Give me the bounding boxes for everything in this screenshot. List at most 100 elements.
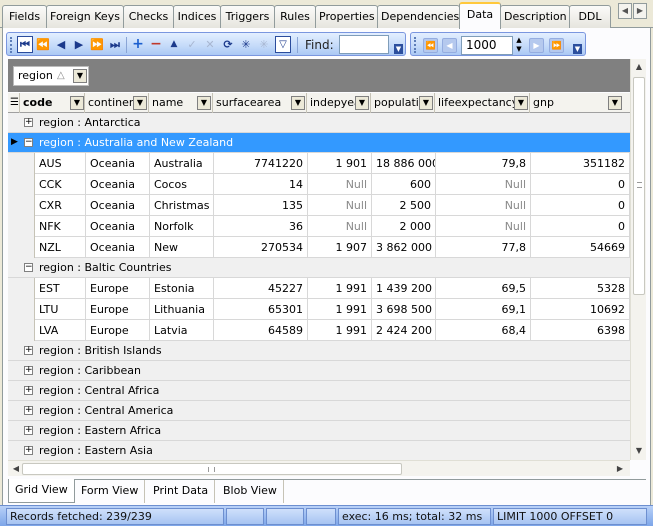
cell-code[interactable]: LVA [35,320,86,341]
table-row[interactable]: NFK Oceania Norfolk 36 Null 2 000 Null 0 [8,216,630,237]
vertical-scroll-thumb[interactable] [633,77,645,295]
expand-plus-icon[interactable]: + [24,406,33,415]
expand-plus-icon[interactable]: + [24,386,33,395]
cell-indepyear[interactable]: 1 901 [308,153,372,174]
refresh-icon[interactable]: ⟳ [220,36,236,53]
cell-code[interactable]: NZL [35,237,86,258]
table-row[interactable]: EST Europe Estonia 45227 1 991 1 439 200… [8,278,630,299]
cell-surfacearea[interactable]: 65301 [214,299,308,320]
table-row[interactable]: CCK Oceania Cocos 14 Null 600 Null 0 [8,174,630,195]
chevron-down-icon[interactable]: ▼ [514,96,528,110]
group-row[interactable]: + region : Central America [8,401,630,421]
cell-name[interactable]: Estonia [150,278,214,299]
column-surfacearea[interactable]: surfacearea ▼ [213,93,307,113]
cell-lifeexpectancy[interactable]: 77,8 [436,237,531,258]
cell-population[interactable]: 3 862 000 [372,237,436,258]
tab-data[interactable]: Data [459,2,501,29]
group-row[interactable]: + region : Eastern Africa [8,421,630,441]
cell-surfacearea[interactable]: 36 [214,216,308,237]
tab-grid-view[interactable]: Grid View [8,479,75,503]
scroll-up-icon[interactable]: ▲ [631,59,647,75]
cell-code[interactable]: CCK [35,174,86,195]
cell-surfacearea[interactable]: 270534 [214,237,308,258]
filter-icon[interactable]: ▽ [275,36,291,53]
group-row[interactable]: − region : Baltic Countries [8,258,630,278]
chevron-down-icon[interactable]: ▼ [291,96,305,110]
cell-code[interactable]: NFK [35,216,86,237]
last-record-icon[interactable]: ⏭ [107,36,123,53]
tab-description[interactable]: Description [500,5,570,28]
post-edit-icon[interactable]: ✓ [184,36,200,53]
group-row[interactable]: + region : Central Africa [8,381,630,401]
tab-checks[interactable]: Checks [123,5,174,28]
tab-indices[interactable]: Indices [173,5,221,28]
cell-gnp[interactable]: 351182 [531,153,630,174]
cell-lifeexpectancy[interactable]: Null [436,174,531,195]
cell-name[interactable]: Cocos [150,174,214,195]
cell-surfacearea[interactable]: 135 [214,195,308,216]
previous-page-icon[interactable]: ◀ [442,38,457,53]
toolbar-grip[interactable] [414,37,417,53]
cell-lifeexpectancy[interactable]: Null [436,216,531,237]
tab-triggers[interactable]: Triggers [220,5,275,28]
cell-continent[interactable]: Oceania [86,153,150,174]
cell-name[interactable]: Latvia [150,320,214,341]
find-input[interactable] [339,35,389,54]
column-indepyear[interactable]: indepyear ▼ [307,93,371,113]
toolbar-grip[interactable] [10,37,13,53]
cell-continent[interactable]: Europe [86,278,150,299]
tab-fields[interactable]: Fields [2,5,47,28]
cell-code[interactable]: AUS [35,153,86,174]
column-name[interactable]: name ▼ [149,93,213,113]
goto-bookmark-icon[interactable]: ✳ [256,36,272,53]
next-page-icon[interactable]: ⏩ [89,36,105,53]
column-population[interactable]: population ▼ [371,93,435,113]
cell-continent[interactable]: Oceania [86,174,150,195]
column-code[interactable]: code ▼ [20,93,85,113]
cell-population[interactable]: 18 886 000 [372,153,436,174]
expand-plus-icon[interactable]: + [24,346,33,355]
cell-continent[interactable]: Oceania [86,216,150,237]
cell-continent[interactable]: Oceania [86,195,150,216]
cell-code[interactable]: EST [35,278,86,299]
cell-name[interactable]: New [150,237,214,258]
first-page-icon[interactable]: ⏪ [423,38,438,53]
group-by-region-chip[interactable]: region △ ▼ [13,66,89,86]
next-record-icon[interactable]: ▶ [71,36,87,53]
table-row[interactable]: NZL Oceania New 270534 1 907 3 862 000 7… [8,237,630,258]
tab-scroll-left-icon[interactable]: ◀ [618,3,632,19]
group-row[interactable]: ▶ − region : Australia and New Zealand [8,133,630,153]
collapse-minus-icon[interactable]: − [24,138,33,147]
cell-name[interactable]: Norfolk [150,216,214,237]
cell-indepyear[interactable]: 1 991 [308,278,372,299]
tab-form-view[interactable]: Form View [75,480,146,503]
cell-name[interactable]: Christmas [150,195,214,216]
tab-blob-view[interactable]: Blob View [217,480,284,503]
cell-gnp[interactable]: 0 [531,216,630,237]
group-row[interactable]: + region : Antarctica [8,113,630,133]
collapse-minus-icon[interactable]: − [24,263,33,272]
cell-population[interactable]: 2 000 [372,216,436,237]
cell-lifeexpectancy[interactable]: Null [436,195,531,216]
next-page-icon[interactable]: ▶ [529,38,544,53]
chevron-down-icon[interactable]: ▼ [197,96,211,110]
column-gnp[interactable]: gnp ▼ [530,93,630,113]
last-page-icon[interactable]: ⏩ [549,38,564,53]
cell-gnp[interactable]: 5328 [531,278,630,299]
chevron-down-icon[interactable]: ▼ [73,69,87,83]
cell-lifeexpectancy[interactable]: 69,1 [436,299,531,320]
cell-continent[interactable]: Europe [86,299,150,320]
tab-dependencies[interactable]: Dependencies [377,5,460,28]
column-chooser-icon[interactable]: ☰ [8,93,20,113]
cell-population[interactable]: 3 698 500 [372,299,436,320]
table-row[interactable]: LVA Europe Latvia 64589 1 991 2 424 200 … [8,320,630,341]
horizontal-scrollbar[interactable]: ◀ ▶ [8,460,630,476]
first-record-icon[interactable]: ⏮ [17,36,33,53]
cell-lifeexpectancy[interactable]: 69,5 [436,278,531,299]
cell-indepyear[interactable]: Null [308,174,372,195]
page-size-spinner-icon[interactable]: ▲ ▼ [513,36,525,55]
delete-record-icon[interactable]: − [148,36,164,53]
expand-plus-icon[interactable]: + [24,446,33,455]
tab-print-data[interactable]: Print Data [147,480,216,503]
scroll-right-icon[interactable]: ▶ [612,461,628,477]
